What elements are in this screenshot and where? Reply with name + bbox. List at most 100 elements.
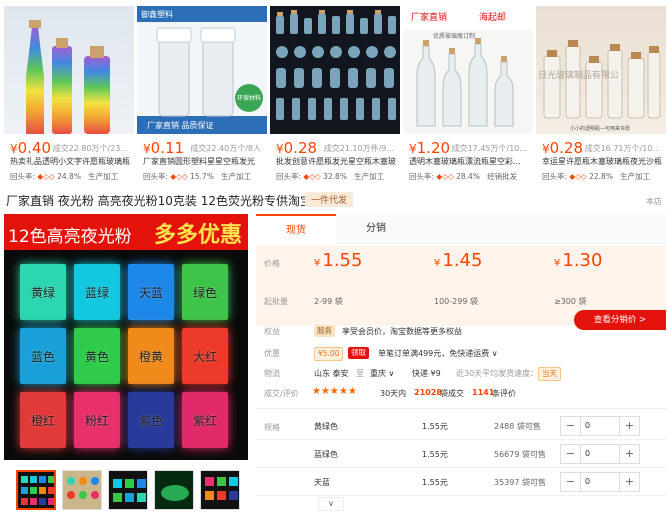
spec-price: 1.55元: [422, 450, 448, 459]
color-swatch: 蓝色: [20, 328, 66, 384]
claim-coupon-button[interactable]: 领取: [348, 347, 369, 359]
purchase-tabs: 现货 分销: [256, 214, 666, 244]
card-price: ¥0.28: [276, 139, 318, 157]
swatch-label: 紫红: [192, 413, 217, 428]
ship-speed-label: 近30天平均发货速度：: [456, 369, 539, 378]
product-image[interactable]: 御鑫塑料 厂家直销 品质保证 环保材料: [137, 6, 267, 134]
product-image[interactable]: [4, 6, 134, 134]
spec-price: 1.55元: [422, 478, 448, 487]
card-price: ¥0.28: [542, 139, 584, 157]
rights-text[interactable]: 享受会员价，淘宝数据等更多权益: [342, 326, 462, 337]
image-banner: 12色高亮夜光粉 多多优惠: [4, 214, 248, 250]
card-price: ¥1.20: [409, 139, 451, 157]
tier-price: ¥1.55: [314, 250, 363, 271]
bottle-assortment-image: [276, 10, 396, 120]
product-card[interactable]: ¥0.28 成交21.10万件/9... 批发创意许愿瓶发光星空瓶木塞玻 回头率…: [270, 0, 400, 188]
card-price: ¥0.40: [10, 139, 52, 157]
spec-stock: 56679 袋可售: [494, 450, 546, 459]
quantity-input[interactable]: 0: [585, 477, 590, 486]
main-product-image[interactable]: 12色高亮夜光粉 多多优惠 黄绿 蓝绿 天蓝 绿色蓝色 黄色 橙黄 大红橙红 粉红 紫色 紫红: [4, 214, 248, 460]
decrease-button[interactable]: −: [561, 417, 581, 435]
dropship-tag: 一件代发: [305, 192, 354, 207]
tab-distribution[interactable]: 分销: [336, 214, 416, 244]
color-swatch: 橙红: [20, 392, 66, 448]
image-left-text: 厂家直销: [411, 11, 447, 23]
swatch-label: 蓝绿: [84, 285, 109, 300]
product-card[interactable]: 御鑫塑料 厂家直销 品质保证 环保材料 ¥0.11 成交22.40万个/8人 厂…: [137, 0, 267, 188]
increase-button[interactable]: +: [619, 445, 639, 463]
quantity-input[interactable]: 0: [585, 421, 590, 430]
card-title[interactable]: 热卖礼品透明小文字许愿瓶玻璃瓶: [10, 156, 134, 167]
increase-button[interactable]: +: [619, 473, 639, 491]
spec-name: 黄绿色: [314, 422, 338, 431]
product-image[interactable]: 厂家直销 海起邮 优质玻璃瓶订制: [403, 6, 533, 134]
thumbnail[interactable]: [154, 470, 194, 510]
card-sold-count: 成交22.80万个/23...: [52, 144, 128, 153]
spec-price: 1.55元: [422, 422, 448, 431]
image-sub-text: 优质玻璃瓶订制: [433, 32, 475, 40]
coupon-amount: ¥5.00: [314, 347, 344, 361]
swatch-label: 天蓝: [138, 285, 163, 300]
image-thumbnails: [16, 470, 246, 510]
color-swatch: 蓝绿: [74, 264, 120, 320]
card-title[interactable]: 批发创意许愿瓶发光星空瓶木塞玻: [276, 156, 400, 167]
ship-speed-badge: 当天: [538, 367, 561, 381]
service-badge: 服务: [314, 325, 335, 337]
spec-stock: 35397 袋可售: [494, 478, 546, 487]
color-swatch: 绿色: [182, 264, 228, 320]
review-suffix[interactable]: 条评价: [492, 388, 516, 399]
tier-range: ≥300 袋: [554, 297, 587, 306]
swatch-label: 蓝色: [30, 349, 55, 364]
product-image[interactable]: 日光玻璃制品有限公 小小的透明瓶—可用来许愿: [536, 6, 666, 134]
shop-note[interactable]: 本店: [646, 196, 662, 207]
image-watermark: 日光玻璃制品有限公: [538, 69, 619, 81]
spec-row: 蓝绿色 1.55元 56679 袋可售 − 0 +: [256, 440, 666, 468]
review-count[interactable]: 1141: [472, 388, 494, 397]
thumbnail[interactable]: [200, 470, 240, 510]
promo-text[interactable]: 单笔订单满499元，免快递运费 ∨: [378, 348, 498, 359]
swatch-label: 大红: [192, 349, 217, 364]
color-swatch: 黄绿: [20, 264, 66, 320]
quantity-stepper: − 0 +: [560, 472, 640, 492]
swatch-label: 绿色: [192, 285, 217, 300]
quantity-input[interactable]: 0: [585, 449, 590, 458]
rights-label: 权益: [264, 327, 280, 336]
rights-row: 权益 服务 享受会员价，淘宝数据等更多权益: [256, 322, 666, 342]
image-top-text: 御鑫塑料: [141, 9, 173, 19]
color-swatch: 天蓝: [128, 264, 174, 320]
spec-row: 黄绿色 1.55元 2488 袋可售 − 0 +: [256, 412, 666, 440]
quantity-stepper: − 0 +: [560, 416, 640, 436]
product-card[interactable]: ¥0.40 成交22.80万个/23... 热卖礼品透明小文字许愿瓶玻璃瓶 回头…: [4, 0, 134, 188]
image-bottom-text: 厂家直销 品质保证: [147, 120, 214, 130]
product-card[interactable]: 厂家直销 海起邮 优质玻璃瓶订制 ¥1.20 成交17.45万个/10... 透…: [403, 0, 533, 188]
tab-in-stock[interactable]: 现货: [256, 214, 336, 244]
expand-specs-button[interactable]: ∨: [318, 497, 344, 511]
card-meta: 回头率: ◆◇◇ 28.4% 经销批发: [409, 172, 518, 181]
increase-button[interactable]: +: [619, 417, 639, 435]
image-sub-text: 小小的透明瓶—可用来许愿: [570, 125, 630, 132]
logistics-row: 物流 山东 泰安 至 重庆 ∨ 快递 ¥9 近30天平均发货速度： 当天: [256, 364, 666, 384]
image-badge-text: 环保材料: [237, 94, 261, 102]
color-swatch: 紫色: [128, 392, 174, 448]
thumbnail[interactable]: [108, 470, 148, 510]
card-title[interactable]: 透明木塞玻璃瓶漂流瓶星空彩...: [409, 156, 533, 167]
color-swatch: 黄色: [74, 328, 120, 384]
thumbnail[interactable]: [16, 470, 56, 510]
card-title[interactable]: 幸运星许愿瓶木塞玻璃瓶夜光沙瓶: [542, 156, 666, 167]
product-card[interactable]: 日光玻璃制品有限公 小小的透明瓶—可用来许愿 ¥0.28 成交16.71万个/1…: [536, 0, 666, 188]
decrease-button[interactable]: −: [561, 473, 581, 491]
thumbnail[interactable]: [62, 470, 102, 510]
ship-to-select[interactable]: 重庆 ∨: [370, 368, 394, 379]
spec-stock: 2488 袋可售: [494, 422, 541, 431]
card-sold-count: 成交21.10万件/9...: [323, 144, 394, 153]
swatch-label: 橙黄: [138, 349, 163, 364]
swatch-label: 黄绿: [30, 285, 55, 300]
logistics-label: 物流: [264, 369, 280, 378]
swatch-label: 粉红: [84, 413, 109, 428]
price-label: 价格: [264, 259, 280, 268]
card-sold-count: 成交17.45万个/10...: [451, 144, 527, 153]
rating-stars: ★★★★★: [312, 386, 357, 397]
decrease-button[interactable]: −: [561, 445, 581, 463]
card-title[interactable]: 厂家直销圆形塑料星星空瓶发光: [143, 156, 267, 167]
product-image[interactable]: [270, 6, 400, 134]
